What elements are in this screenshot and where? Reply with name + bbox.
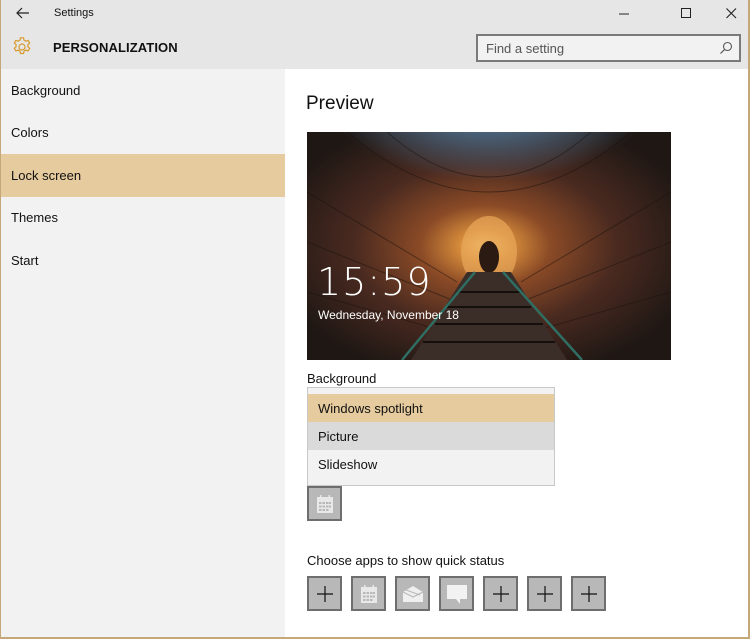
quick-status-app-slot-5[interactable] (483, 576, 518, 611)
minimize-icon (618, 13, 629, 15)
sidebar-item-label: Background (11, 82, 81, 98)
sidebar: Background Colors Lock screen Themes Sta… (1, 69, 285, 637)
search-box[interactable] (476, 34, 741, 62)
sidebar-item-background[interactable]: Background (1, 69, 285, 112)
message-icon (446, 584, 467, 604)
lock-time: 15:59 (317, 260, 432, 304)
sidebar-item-start[interactable]: Start (1, 239, 285, 282)
quick-status-label: Choose apps to show quick status (307, 553, 505, 568)
gear-icon (13, 37, 31, 55)
plus-icon (492, 585, 509, 602)
sidebar-item-label: Themes (11, 210, 58, 226)
quick-status-app-slot-6[interactable] (527, 576, 562, 611)
back-button[interactable] (9, 2, 37, 24)
title-bar: Settings (1, 0, 748, 27)
back-arrow-icon (16, 7, 29, 19)
maximize-button[interactable] (663, 0, 709, 27)
quick-status-app-slot-2[interactable] (351, 576, 386, 611)
dropdown-option-picture[interactable]: Picture (308, 422, 554, 450)
dropdown-option-windows-spotlight[interactable]: Windows spotlight (308, 394, 554, 422)
page-title: PERSONALIZATION (53, 40, 178, 55)
tunnel-background-image (307, 132, 671, 360)
lock-screen-preview: 15:59 Wednesday, November 18 (307, 132, 671, 360)
quick-status-app-slot-4[interactable] (439, 576, 474, 611)
sidebar-item-label: Lock screen (11, 167, 82, 183)
settings-window: Settings PERSONALIZATION Background Colo… (1, 0, 748, 637)
mail-icon (402, 585, 423, 602)
preview-heading: Preview (306, 93, 374, 114)
option-label: Picture (318, 428, 359, 444)
page-header: PERSONALIZATION (1, 27, 748, 69)
window-title: Settings (54, 7, 94, 19)
detailed-status-app-button[interactable] (307, 486, 342, 521)
background-dropdown[interactable]: Windows spotlight Picture Slideshow (307, 387, 555, 486)
sidebar-item-themes[interactable]: Themes (1, 197, 285, 240)
lock-date: Wednesday, November 18 (318, 308, 459, 322)
sidebar-item-label: Start (11, 252, 39, 268)
option-label: Slideshow (318, 456, 378, 472)
maximize-icon (680, 8, 691, 18)
calendar-icon (360, 584, 377, 603)
option-label: Windows spotlight (318, 400, 423, 416)
sidebar-item-lock-screen[interactable]: Lock screen (1, 154, 285, 197)
search-icon[interactable] (719, 41, 733, 55)
plus-icon (580, 585, 597, 602)
sidebar-item-colors[interactable]: Colors (1, 112, 285, 155)
background-label: Background (307, 371, 377, 386)
search-input[interactable] (478, 36, 739, 60)
dropdown-option-slideshow[interactable]: Slideshow (308, 450, 554, 478)
close-button[interactable] (708, 0, 748, 27)
plus-icon (536, 585, 553, 602)
quick-status-app-slot-1[interactable] (307, 576, 342, 611)
minimize-button[interactable] (601, 0, 647, 27)
plus-icon (316, 585, 333, 602)
calendar-icon (316, 494, 333, 513)
sidebar-item-label: Colors (11, 125, 49, 141)
close-icon (725, 8, 736, 19)
quick-status-app-slot-7[interactable] (571, 576, 606, 611)
main-content: Preview 15:59 Wednesday, November 18 Bac… (285, 69, 748, 637)
quick-status-app-slot-3[interactable] (395, 576, 430, 611)
